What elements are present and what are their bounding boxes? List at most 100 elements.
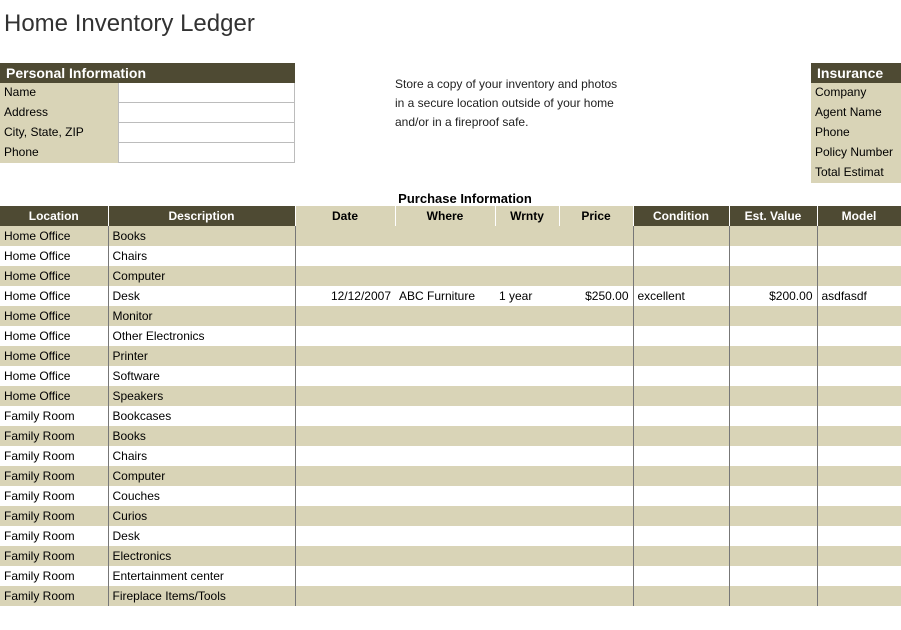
table-cell[interactable] (495, 226, 559, 246)
table-cell[interactable] (295, 246, 395, 266)
name-field[interactable] (118, 83, 295, 103)
table-cell[interactable] (295, 566, 395, 586)
table-cell[interactable]: Home Office (0, 226, 108, 246)
table-cell[interactable] (559, 506, 633, 526)
table-cell[interactable]: 1 year (495, 286, 559, 306)
table-cell[interactable] (633, 486, 729, 506)
table-cell[interactable] (633, 326, 729, 346)
table-cell[interactable] (729, 326, 817, 346)
table-cell[interactable] (559, 426, 633, 446)
table-cell[interactable]: Software (108, 366, 295, 386)
table-cell[interactable] (295, 266, 395, 286)
address-field[interactable] (118, 103, 295, 123)
table-cell[interactable] (817, 306, 901, 326)
table-cell[interactable] (295, 326, 395, 346)
table-cell[interactable] (559, 226, 633, 246)
table-cell[interactable] (295, 526, 395, 546)
csz-field[interactable] (118, 123, 295, 143)
table-cell[interactable]: Family Room (0, 466, 108, 486)
table-cell[interactable]: Books (108, 226, 295, 246)
table-cell[interactable]: $250.00 (559, 286, 633, 306)
table-cell[interactable] (559, 386, 633, 406)
table-cell[interactable] (817, 426, 901, 446)
table-cell[interactable] (817, 226, 901, 246)
table-cell[interactable]: Family Room (0, 566, 108, 586)
table-cell[interactable] (495, 546, 559, 566)
table-cell[interactable] (395, 346, 495, 366)
table-cell[interactable] (633, 386, 729, 406)
table-cell[interactable] (495, 506, 559, 526)
table-cell[interactable]: Computer (108, 266, 295, 286)
table-cell[interactable]: Other Electronics (108, 326, 295, 346)
table-cell[interactable]: Desk (108, 286, 295, 306)
table-cell[interactable] (817, 366, 901, 386)
table-cell[interactable] (495, 346, 559, 366)
table-cell[interactable] (395, 326, 495, 346)
table-cell[interactable] (395, 466, 495, 486)
table-cell[interactable] (495, 486, 559, 506)
table-cell[interactable] (559, 586, 633, 606)
table-cell[interactable]: Family Room (0, 446, 108, 466)
table-cell[interactable] (395, 426, 495, 446)
table-cell[interactable]: $200.00 (729, 286, 817, 306)
table-cell[interactable]: Electronics (108, 546, 295, 566)
table-cell[interactable] (495, 326, 559, 346)
table-cell[interactable] (295, 406, 395, 426)
table-cell[interactable] (559, 406, 633, 426)
table-cell[interactable] (395, 266, 495, 286)
table-cell[interactable]: Computer (108, 466, 295, 486)
table-cell[interactable]: Printer (108, 346, 295, 366)
table-cell[interactable] (395, 246, 495, 266)
table-cell[interactable]: Chairs (108, 446, 295, 466)
table-cell[interactable]: excellent (633, 286, 729, 306)
table-cell[interactable] (817, 326, 901, 346)
table-cell[interactable] (295, 466, 395, 486)
table-cell[interactable] (495, 306, 559, 326)
table-cell[interactable] (729, 386, 817, 406)
table-cell[interactable]: Family Room (0, 426, 108, 446)
table-cell[interactable] (817, 466, 901, 486)
table-cell[interactable] (729, 346, 817, 366)
table-cell[interactable] (633, 466, 729, 486)
table-cell[interactable] (729, 306, 817, 326)
table-cell[interactable] (817, 566, 901, 586)
table-cell[interactable] (295, 586, 395, 606)
table-cell[interactable] (729, 246, 817, 266)
table-cell[interactable]: Home Office (0, 326, 108, 346)
table-cell[interactable] (729, 586, 817, 606)
table-cell[interactable] (729, 486, 817, 506)
table-cell[interactable] (729, 506, 817, 526)
table-cell[interactable] (817, 346, 901, 366)
table-cell[interactable] (395, 586, 495, 606)
table-cell[interactable]: Monitor (108, 306, 295, 326)
table-cell[interactable] (817, 446, 901, 466)
table-cell[interactable]: Home Office (0, 346, 108, 366)
table-cell[interactable] (633, 586, 729, 606)
table-cell[interactable]: Speakers (108, 386, 295, 406)
table-cell[interactable] (495, 586, 559, 606)
table-cell[interactable] (729, 266, 817, 286)
table-cell[interactable] (495, 246, 559, 266)
table-cell[interactable]: Chairs (108, 246, 295, 266)
table-cell[interactable] (295, 446, 395, 466)
table-cell[interactable] (395, 526, 495, 546)
table-cell[interactable] (817, 506, 901, 526)
table-cell[interactable] (559, 526, 633, 546)
table-cell[interactable] (729, 426, 817, 446)
table-cell[interactable] (395, 506, 495, 526)
table-cell[interactable] (495, 566, 559, 586)
table-cell[interactable] (633, 566, 729, 586)
table-cell[interactable] (633, 246, 729, 266)
table-cell[interactable] (495, 366, 559, 386)
table-cell[interactable]: Home Office (0, 246, 108, 266)
table-cell[interactable] (295, 506, 395, 526)
table-cell[interactable] (817, 546, 901, 566)
table-cell[interactable]: Fireplace Items/Tools (108, 586, 295, 606)
table-cell[interactable] (395, 406, 495, 426)
table-cell[interactable] (395, 486, 495, 506)
phone-field[interactable] (118, 143, 295, 163)
table-cell[interactable] (817, 246, 901, 266)
table-cell[interactable] (729, 526, 817, 546)
table-cell[interactable] (817, 266, 901, 286)
table-cell[interactable] (295, 366, 395, 386)
